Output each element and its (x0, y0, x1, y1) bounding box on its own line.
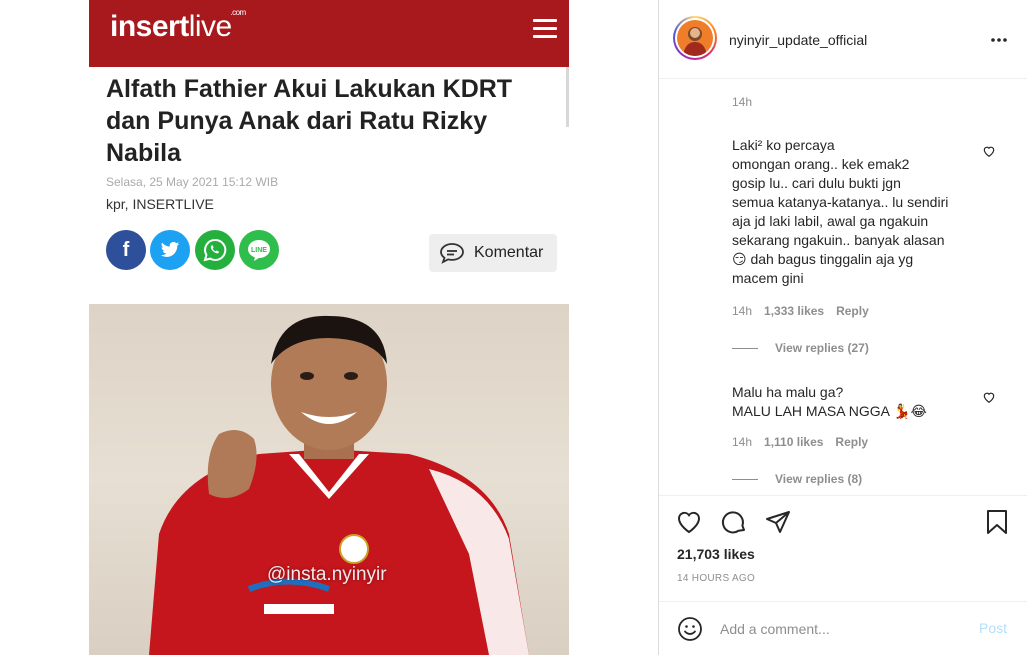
view-replies-button[interactable]: View replies (8) (732, 472, 862, 486)
article-comment-button: Komentar (429, 234, 557, 272)
scroll-indicator (566, 67, 569, 127)
post-image: insertlive .com Alfath Fathier Akui Laku… (0, 0, 658, 655)
article-date: Selasa, 25 May 2021 15:12 WIB (106, 175, 279, 189)
article-author: kpr, INSERTLIVE (106, 196, 214, 212)
hamburger-menu-icon (533, 19, 557, 39)
likes-count[interactable]: 21,703 likes (677, 546, 755, 562)
comment-likes[interactable]: 1,333 likes (764, 304, 824, 318)
share-icon[interactable] (764, 508, 792, 536)
article-logo: insertlive .com (110, 8, 246, 44)
article-photo: @insta.nyinyir (89, 304, 569, 655)
reply-button[interactable]: Reply (836, 304, 869, 318)
comment-input[interactable] (720, 616, 950, 642)
replies-dash (732, 347, 758, 349)
view-replies-label: View replies (27) (775, 341, 869, 355)
article-title: Alfath Fathier Akui Lakukan KDRT dan Pun… (106, 75, 513, 167)
speech-bubble-icon (440, 243, 464, 264)
replies-dash (732, 478, 758, 480)
facebook-share-icon: f (106, 230, 146, 270)
post-header: nyinyir_update_official (659, 0, 1027, 79)
comment-item: Malu ha malu ga? MALU LAH MASA NGGA 💃😂 (732, 383, 972, 421)
comment-meta: 14h 1,110 likes Reply (732, 435, 868, 449)
view-replies-label: View replies (8) (775, 472, 863, 486)
article-comment-label: Komentar (474, 244, 544, 261)
comment-time: 14h (732, 95, 753, 109)
view-replies-button[interactable]: View replies (27) (732, 341, 869, 355)
logo-sub: live (188, 10, 233, 43)
add-comment-bar: Post (659, 601, 1027, 655)
comment-icon[interactable] (720, 508, 748, 536)
comment-text: Laki² ko percaya omongan orang.. kek ema… (732, 137, 949, 286)
photo-watermark: @insta.nyinyir (267, 564, 387, 585)
post-sidebar: nyinyir_update_official 14h Laki² ko per… (659, 0, 1027, 655)
comment-like-heart-icon[interactable] (982, 144, 996, 158)
comment-time: 14h (732, 435, 753, 449)
whatsapp-share-icon (195, 230, 235, 270)
logo-main: insert (110, 10, 189, 43)
avatar[interactable] (673, 16, 717, 60)
twitter-share-icon (150, 230, 190, 270)
logo-com: .com (230, 8, 246, 17)
username-link[interactable]: nyinyir_update_official (729, 32, 867, 48)
svg-text:LINE: LINE (251, 247, 267, 254)
comment-likes[interactable]: 1,110 likes (764, 435, 823, 449)
article-header: insertlive .com (89, 0, 569, 67)
post-actions: 21,703 likes 14 HOURS AGO Post (659, 495, 1027, 655)
heart-icon[interactable] (675, 508, 703, 536)
comment-meta: 14h 1,333 likes Reply (732, 304, 869, 318)
person-photo-illustration (149, 315, 529, 655)
reply-button[interactable]: Reply (835, 435, 868, 449)
comment-item: Laki² ko percaya omongan orang.. kek ema… (732, 136, 972, 288)
bookmark-icon[interactable] (983, 508, 1011, 536)
post-timestamp[interactable]: 14 HOURS AGO (677, 573, 755, 584)
comment-time: 14h (732, 304, 753, 318)
more-options-icon[interactable] (989, 30, 1009, 50)
line-share-icon: LINE (239, 230, 279, 270)
comment-text: Malu ha malu ga? MALU LAH MASA NGGA 💃😂 (732, 384, 927, 419)
emoji-icon[interactable] (677, 616, 703, 642)
comments-list[interactable]: 14h Laki² ko percaya omongan orang.. kek… (659, 80, 1027, 495)
post-comment-button[interactable]: Post (979, 620, 1007, 636)
comment-like-heart-icon[interactable] (982, 390, 996, 404)
